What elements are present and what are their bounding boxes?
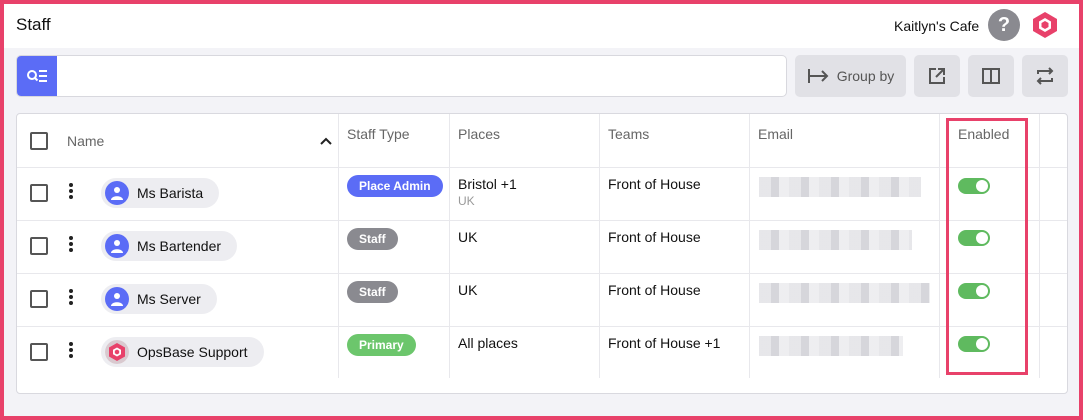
email-redacted xyxy=(759,336,903,356)
staff-type-badge: Staff xyxy=(347,228,398,250)
chevron-up-icon[interactable] xyxy=(319,136,333,146)
search-bar xyxy=(16,55,787,97)
column-divider xyxy=(1039,114,1040,378)
columns-icon xyxy=(982,68,1000,84)
email-redacted xyxy=(759,230,912,250)
export-icon xyxy=(929,68,945,84)
staff-name: OpsBase Support xyxy=(137,344,248,360)
staff-name-chip[interactable]: Ms Barista xyxy=(101,178,220,208)
venue-name[interactable]: Kaitlyn's Cafe xyxy=(894,18,979,34)
places-value: All places xyxy=(458,335,518,351)
column-header-email[interactable]: Email xyxy=(758,126,793,142)
places-value: UK xyxy=(458,282,478,298)
row-checkbox[interactable] xyxy=(30,184,48,202)
column-divider xyxy=(449,114,450,378)
group-by-label: Group by xyxy=(836,68,895,84)
page-title: Staff xyxy=(16,15,51,34)
swap-button[interactable] xyxy=(1022,55,1068,97)
row-menu-button[interactable] xyxy=(69,236,73,254)
enabled-column-highlight xyxy=(946,118,1028,375)
help-button[interactable]: ? xyxy=(988,9,1020,41)
help-icon: ? xyxy=(997,14,1011,36)
user-icon xyxy=(105,181,129,205)
group-by-button[interactable]: Group by xyxy=(795,55,906,97)
email-redacted xyxy=(759,283,930,303)
row-menu-button[interactable] xyxy=(69,289,73,307)
opsbase-logo-icon[interactable] xyxy=(1030,10,1060,40)
row-menu-button[interactable] xyxy=(69,342,73,360)
places-value: UK xyxy=(458,229,478,245)
group-by-icon xyxy=(807,69,829,83)
column-divider xyxy=(939,114,940,378)
columns-button[interactable] xyxy=(968,55,1014,97)
column-header-staff-type[interactable]: Staff Type xyxy=(347,126,410,142)
row-divider xyxy=(17,326,1067,327)
column-divider xyxy=(749,114,750,378)
places-subvalue: UK xyxy=(458,194,475,208)
search-filter-button[interactable] xyxy=(17,56,57,96)
staff-type-badge: Primary xyxy=(347,334,416,356)
row-checkbox[interactable] xyxy=(30,343,48,361)
teams-value: Front of House xyxy=(608,229,701,245)
teams-value: Front of House xyxy=(608,176,701,192)
teams-value: Front of House xyxy=(608,282,701,298)
column-header-places[interactable]: Places xyxy=(458,126,500,142)
places-value: Bristol +1 xyxy=(458,176,517,192)
staff-name: Ms Barista xyxy=(137,185,204,201)
row-divider xyxy=(17,220,1067,221)
swap-icon xyxy=(1036,67,1054,85)
email-redacted xyxy=(759,177,921,197)
column-divider xyxy=(338,114,339,378)
column-header-name[interactable]: Name xyxy=(67,133,104,149)
top-bar: Staff Kaitlyn's Cafe ? xyxy=(4,4,1079,48)
staff-name-chip[interactable]: Ms Bartender xyxy=(101,231,238,261)
staff-name-chip[interactable]: OpsBase Support xyxy=(101,337,264,367)
select-all-checkbox[interactable] xyxy=(30,132,48,150)
column-divider xyxy=(599,114,600,378)
user-icon xyxy=(105,287,129,311)
staff-type-badge: Place Admin xyxy=(347,175,443,197)
teams-value: Front of House +1 xyxy=(608,335,721,351)
staff-name: Ms Bartender xyxy=(137,238,222,254)
staff-name-chip[interactable]: Ms Server xyxy=(101,284,217,314)
search-filter-icon xyxy=(27,70,47,82)
export-button[interactable] xyxy=(914,55,960,97)
staff-name: Ms Server xyxy=(137,291,201,307)
app-window: Staff Kaitlyn's Cafe ? Group by Name Sta… xyxy=(4,4,1079,416)
opsbase-logo-icon xyxy=(105,340,129,364)
staff-type-badge: Staff xyxy=(347,281,398,303)
user-icon xyxy=(105,234,129,258)
staff-table: Name Staff Type Places Teams Email Enabl… xyxy=(16,113,1068,394)
row-checkbox[interactable] xyxy=(30,237,48,255)
row-divider xyxy=(17,167,1067,168)
search-input[interactable] xyxy=(61,56,781,96)
column-header-teams[interactable]: Teams xyxy=(608,126,649,142)
row-divider xyxy=(17,273,1067,274)
row-checkbox[interactable] xyxy=(30,290,48,308)
row-menu-button[interactable] xyxy=(69,183,73,201)
